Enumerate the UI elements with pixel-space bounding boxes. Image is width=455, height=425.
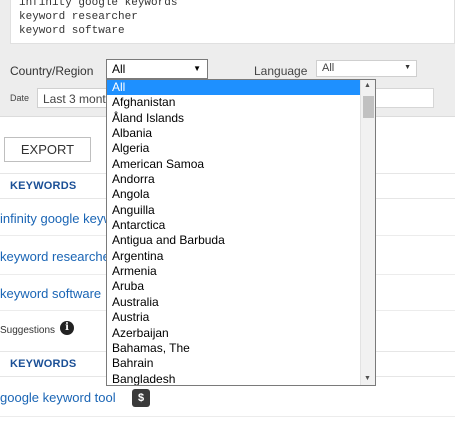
country-option[interactable]: Aruba [107, 279, 362, 294]
date-label: Date [10, 93, 30, 103]
dropdown-scrollbar[interactable]: ▲ ▼ [360, 80, 375, 385]
country-option[interactable]: Australia [107, 295, 362, 310]
country-option[interactable]: Argentina [107, 249, 362, 264]
country-dropdown-list[interactable]: All Afghanistan Åland Islands Albania Algeri… [106, 79, 376, 386]
keyword-link[interactable]: google keyword tool [0, 390, 116, 405]
country-region-select[interactable]: All ▼ [106, 59, 208, 79]
date-range-field[interactable] [374, 88, 434, 108]
country-option[interactable]: Åland Islands [107, 111, 362, 126]
country-option[interactable]: Algeria [107, 141, 362, 156]
country-option[interactable]: Afghanistan [107, 95, 362, 110]
country-option[interactable]: Albania [107, 126, 362, 141]
keywords-column-header[interactable]: KEYWORDS [10, 358, 76, 370]
keywords-column-header[interactable]: KEYWORDS [10, 180, 76, 192]
chevron-down-icon: ▼ [193, 64, 201, 73]
keyword-line: keyword researcher [19, 11, 138, 23]
language-selected-value: All [322, 62, 335, 74]
country-option[interactable]: All [107, 80, 362, 96]
country-option[interactable]: American Samoa [107, 157, 362, 172]
country-selected-value: All [112, 62, 126, 76]
price-badge[interactable]: $ [132, 389, 150, 407]
country-option[interactable]: Andorra [107, 172, 362, 187]
language-select[interactable]: All ▼ [316, 60, 417, 77]
country-option[interactable]: Angola [107, 187, 362, 202]
keywords-textarea[interactable]: infinity google keywords keyword researc… [10, 0, 455, 44]
country-option[interactable]: Bahrain [107, 356, 362, 371]
country-option[interactable]: Antarctica [107, 218, 362, 233]
scroll-up-icon[interactable]: ▲ [364, 82, 371, 89]
language-label: Language [254, 64, 308, 78]
keyword-line: keyword software [19, 25, 125, 37]
scroll-down-icon[interactable]: ▼ [364, 375, 371, 382]
country-option[interactable]: Bangladesh [107, 372, 362, 385]
keyword-link[interactable]: keyword software [0, 286, 101, 301]
scrollbar-thumb[interactable] [363, 96, 374, 118]
info-icon[interactable]: i [60, 321, 74, 335]
country-options: All Afghanistan Åland Islands Albania Algeri… [107, 80, 362, 385]
export-button[interactable]: EXPORT [4, 137, 91, 162]
country-option[interactable]: Antigua and Barbuda [107, 233, 362, 248]
keyword-link[interactable]: keyword researcher [0, 249, 114, 264]
country-option[interactable]: Armenia [107, 264, 362, 279]
date-select[interactable]: Last 3 months [37, 88, 117, 108]
chevron-down-icon: ▼ [404, 64, 411, 71]
country-option[interactable]: Azerbaijan [107, 326, 362, 341]
country-option[interactable]: Bahamas, The [107, 341, 362, 356]
country-region-label: Country/Region [10, 64, 94, 78]
country-option[interactable]: Anguilla [107, 203, 362, 218]
suggestions-label: Suggestions [0, 325, 56, 336]
keyword-line: infinity google keywords [19, 0, 178, 9]
country-option[interactable]: Austria [107, 310, 362, 325]
